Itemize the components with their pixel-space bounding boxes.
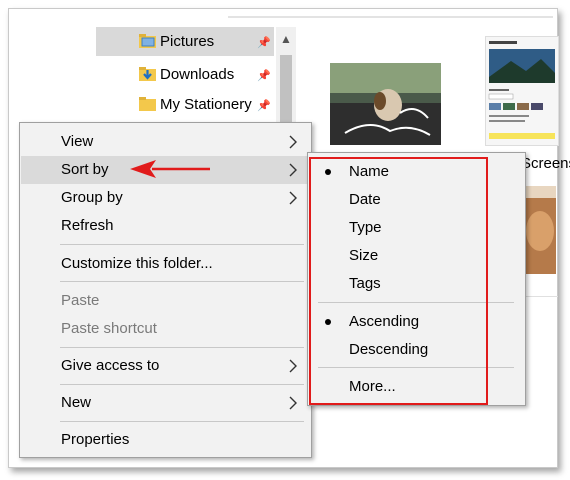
nav-item-label: Downloads: [160, 66, 235, 83]
menu-item-give-access[interactable]: Give access to: [21, 352, 310, 380]
menu-separator: [60, 281, 304, 282]
menu-item-label: Properties: [61, 431, 130, 448]
folder-icon: [139, 97, 156, 111]
downloads-folder-icon: [139, 67, 156, 81]
menu-item-group-by[interactable]: Group by: [21, 184, 310, 212]
menu-item-customize-folder[interactable]: Customize this folder...: [21, 250, 310, 278]
dog-photo-image: [330, 63, 441, 145]
nav-item-label: My Stationery: [160, 96, 252, 113]
file-thumbnail-lock-screen[interactable]: [485, 36, 559, 146]
nav-scrollbar[interactable]: ▲: [276, 27, 296, 137]
menu-item-paste: Paste: [21, 287, 310, 315]
highlight-box: [309, 157, 488, 405]
pictures-folder-icon: [139, 34, 156, 48]
address-bar-edge: [228, 16, 553, 18]
menu-item-label: Paste shortcut: [61, 320, 157, 337]
menu-separator: [60, 244, 304, 245]
menu-item-label: Paste: [61, 292, 100, 309]
menu-item-label: View: [61, 133, 94, 150]
menu-item-refresh[interactable]: Refresh: [21, 212, 310, 240]
pin-icon: 📌: [257, 70, 271, 82]
nav-item-label: Pictures: [160, 33, 215, 50]
scroll-up-icon[interactable]: ▲: [280, 32, 292, 46]
lock-screen-settings-image: [486, 37, 558, 145]
chevron-right-icon: [289, 191, 297, 205]
nav-item-my-stationery[interactable]: My Stationery 📌: [96, 90, 274, 119]
menu-item-properties[interactable]: Properties: [21, 426, 310, 454]
file-name-label[interactable]: Screensho: [521, 155, 570, 172]
menu-item-new[interactable]: New: [21, 389, 310, 417]
navigation-pane: Pictures 📌 Downloads 📌 My Stationery 📌: [96, 27, 274, 137]
menu-item-label: Refresh: [61, 217, 114, 234]
chevron-right-icon: [289, 396, 297, 410]
nav-item-downloads[interactable]: Downloads 📌: [96, 60, 274, 89]
nav-item-pictures[interactable]: Pictures 📌: [96, 27, 274, 56]
chevron-right-icon: [289, 135, 297, 149]
menu-item-label: Give access to: [61, 357, 160, 374]
menu-item-view[interactable]: View: [21, 128, 310, 156]
menu-separator: [60, 421, 304, 422]
annotation-arrow-icon: [130, 160, 210, 178]
menu-separator: [60, 384, 304, 385]
menu-item-label: Group by: [61, 189, 123, 206]
menu-item-paste-shortcut: Paste shortcut: [21, 315, 310, 343]
file-thumbnail-dog-photo[interactable]: [330, 63, 441, 145]
chevron-right-icon: [289, 359, 297, 373]
menu-item-label: Customize this folder...: [61, 255, 213, 272]
pin-icon: 📌: [257, 100, 271, 112]
menu-item-label: Sort by: [61, 161, 109, 178]
menu-item-label: New: [61, 394, 92, 411]
chevron-right-icon: [289, 163, 297, 177]
pin-icon: 📌: [257, 37, 271, 49]
menu-separator: [60, 347, 304, 348]
